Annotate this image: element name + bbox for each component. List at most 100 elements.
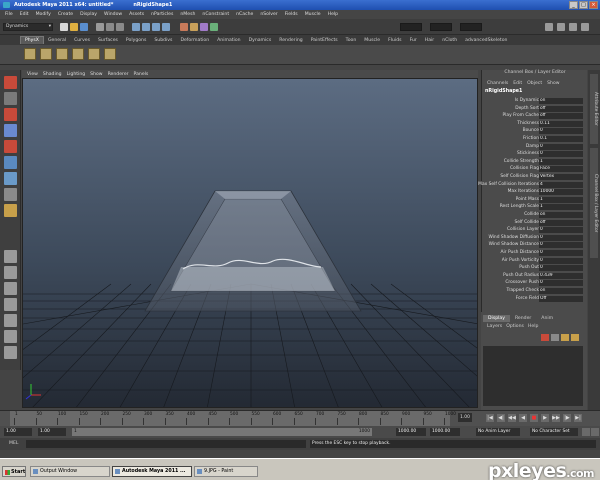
attribute-value[interactable]: off bbox=[539, 113, 583, 120]
menu-ncache[interactable]: nCache bbox=[236, 12, 253, 17]
minimize-button[interactable]: _ bbox=[569, 1, 578, 9]
start-button[interactable]: Start bbox=[2, 466, 26, 477]
physx-solver-icon[interactable] bbox=[88, 48, 100, 60]
shelf-tab-rendering[interactable]: Rendering bbox=[275, 37, 306, 44]
viewport-menu-view[interactable]: View bbox=[27, 72, 38, 77]
snap-grid-icon[interactable] bbox=[132, 23, 140, 31]
attribute-row[interactable]: Air Push Vorticity 0 bbox=[485, 257, 585, 265]
viewport-menu-panels[interactable]: Panels bbox=[134, 72, 149, 77]
layer-list[interactable] bbox=[483, 346, 583, 406]
last-tool-icon[interactable] bbox=[4, 204, 17, 217]
shelf-tab-fluids[interactable]: Fluids bbox=[384, 37, 405, 44]
shelf-tab-muscle[interactable]: Muscle bbox=[360, 37, 384, 44]
perspective-viewport[interactable] bbox=[22, 78, 478, 408]
lasso-tool-icon[interactable] bbox=[4, 92, 17, 105]
tab-attribute-editor[interactable]: Attribute Editor bbox=[590, 74, 598, 144]
snap-point-icon[interactable] bbox=[152, 23, 160, 31]
menu-nsolver[interactable]: nSolver bbox=[260, 12, 277, 17]
render-settings-icon[interactable] bbox=[200, 23, 208, 31]
move-layer-up-icon[interactable] bbox=[541, 334, 549, 341]
layer-menu-options[interactable]: Options bbox=[506, 324, 524, 329]
attribute-value[interactable]: 0 bbox=[539, 265, 583, 272]
attribute-value[interactable]: Vertex bbox=[539, 174, 583, 180]
attribute-value[interactable]: on bbox=[539, 98, 583, 104]
attribute-row[interactable]: Collision Flag Face bbox=[485, 166, 585, 173]
attribute-value[interactable]: 0 bbox=[539, 227, 583, 234]
attribute-row[interactable]: Damp 0 bbox=[485, 143, 585, 151]
shelf-tab-curves[interactable]: Curves bbox=[70, 37, 94, 44]
four-view-layout-icon[interactable] bbox=[4, 266, 17, 279]
input-field-z[interactable] bbox=[460, 23, 482, 31]
paint-select-tool-icon[interactable] bbox=[4, 108, 17, 121]
time-ruler[interactable]: 1 50 100 150 200 250 300 350 400 450 500 550 600 650 7… bbox=[10, 411, 456, 426]
open-scene-icon[interactable] bbox=[70, 23, 78, 31]
menu-window[interactable]: Window bbox=[104, 12, 122, 17]
attribute-value[interactable]: off bbox=[539, 219, 583, 226]
render-view-layout-icon[interactable] bbox=[4, 330, 17, 343]
snap-surface-icon[interactable] bbox=[162, 23, 170, 31]
attribute-value[interactable]: 1 bbox=[539, 204, 583, 211]
attribute-row[interactable]: Stickiness 0 bbox=[485, 151, 585, 158]
shelf-tab-hair[interactable]: Hair bbox=[421, 37, 438, 44]
character-set-select[interactable]: No Character Set bbox=[530, 428, 578, 436]
physx-settings-icon[interactable] bbox=[104, 48, 116, 60]
attribute-editor-icon[interactable] bbox=[545, 23, 553, 31]
attribute-row[interactable]: Crossover Push 0 bbox=[485, 280, 585, 287]
playback-button[interactable]: ◀| bbox=[497, 414, 505, 422]
move-layer-down-icon[interactable] bbox=[551, 334, 559, 341]
attribute-row[interactable]: Collide on bbox=[485, 212, 585, 219]
attribute-row[interactable]: Air Push Distance 0 bbox=[485, 250, 585, 257]
input-field-y[interactable] bbox=[430, 23, 452, 31]
attribute-value[interactable]: 1 bbox=[539, 196, 583, 203]
attribute-row[interactable]: Max Self Collision Iterations 4 bbox=[478, 181, 585, 189]
new-layer-icon[interactable] bbox=[561, 334, 569, 341]
shelf-tab-polygons[interactable]: Polygons bbox=[122, 37, 150, 44]
current-frame-field[interactable]: 1.00 bbox=[458, 413, 472, 422]
attribute-row[interactable]: Wind Shadow Diffusion 0 bbox=[485, 234, 585, 242]
attribute-row[interactable]: Friction 0.1 bbox=[485, 136, 585, 143]
menu-nparticles[interactable]: nParticles bbox=[151, 12, 173, 17]
physx-rigid-icon[interactable] bbox=[24, 48, 36, 60]
playback-button[interactable]: ▶| bbox=[574, 414, 582, 422]
anim-end-field[interactable]: 1000.00 bbox=[430, 428, 460, 436]
attribute-row[interactable]: Rest Length Scale 1 bbox=[485, 204, 585, 211]
attribute-row[interactable]: Trapped Check on bbox=[485, 288, 585, 295]
maximize-button[interactable]: □ bbox=[579, 1, 588, 9]
shelf-tab-painteffects[interactable]: PaintEffects bbox=[307, 37, 342, 44]
tab-anim[interactable]: Anim bbox=[536, 315, 558, 322]
attribute-value[interactable]: 0 bbox=[539, 143, 583, 150]
menu-fields[interactable]: Fields bbox=[285, 12, 298, 17]
attribute-value[interactable]: 0.11 bbox=[539, 120, 583, 127]
menu-assets[interactable]: Assets bbox=[129, 12, 144, 17]
input-field-x[interactable] bbox=[400, 23, 422, 31]
scale-tool-icon[interactable] bbox=[4, 156, 17, 169]
attribute-value[interactable]: 0 bbox=[539, 280, 583, 287]
close-button[interactable]: × bbox=[589, 1, 598, 9]
menu-nconstraint[interactable]: nConstraint bbox=[202, 12, 229, 17]
render-current-frame-icon[interactable] bbox=[180, 23, 188, 31]
shelf-tab-ncloth[interactable]: nCloth bbox=[438, 37, 461, 44]
shelf-tab-fur[interactable]: Fur bbox=[406, 37, 421, 44]
physx-static-icon[interactable] bbox=[40, 48, 52, 60]
attribute-row[interactable]: Bounce 0 bbox=[485, 128, 585, 135]
attribute-value[interactable]: 0 bbox=[539, 151, 583, 158]
playback-start-field[interactable]: 1.00 bbox=[38, 428, 66, 436]
tab-render[interactable]: Render bbox=[510, 315, 536, 322]
menu-help[interactable]: Help bbox=[328, 12, 338, 17]
attribute-row[interactable]: Max Iterations 10000 bbox=[485, 189, 585, 196]
ipr-render-icon[interactable] bbox=[190, 23, 198, 31]
attribute-row[interactable]: Play From Cache off bbox=[485, 113, 585, 120]
attribute-value[interactable]: Off bbox=[539, 295, 583, 302]
range-bar[interactable]: 1 1000 bbox=[72, 428, 372, 436]
playback-button[interactable]: ◀◀ bbox=[508, 414, 516, 422]
auto-key-icon[interactable] bbox=[582, 428, 590, 436]
attribute-value[interactable]: 0.1 bbox=[539, 136, 583, 142]
playback-button[interactable]: ◀ bbox=[519, 414, 527, 422]
shelf-tab-surfaces[interactable]: Surfaces bbox=[94, 37, 122, 44]
playback-end-field[interactable]: 1000.00 bbox=[396, 428, 426, 436]
viewport-menu-shading[interactable]: Shading bbox=[43, 72, 62, 77]
hypershade-layout-icon[interactable] bbox=[4, 314, 17, 327]
tab-channel-box-layer-editor[interactable]: Channel Box / Layer Editor bbox=[590, 148, 598, 258]
attribute-value[interactable]: 0 bbox=[539, 128, 583, 135]
attribute-row[interactable]: Push Out Radius 0.439 bbox=[485, 272, 585, 280]
